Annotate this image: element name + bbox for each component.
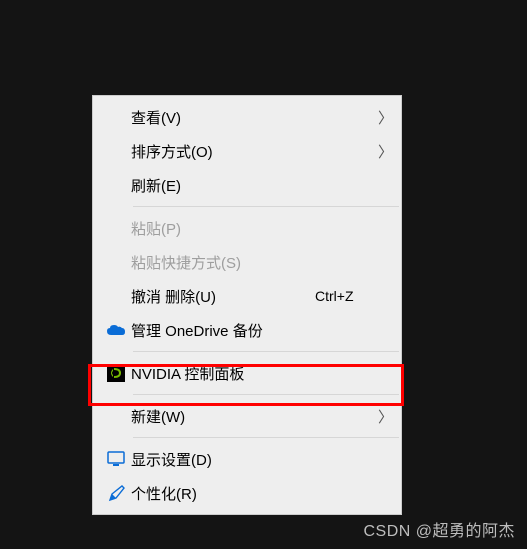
onedrive-icon: [101, 324, 131, 336]
menu-label: 显示设置(D): [131, 449, 315, 470]
menu-item-personalize[interactable]: 个性化(R): [95, 476, 399, 510]
personalize-icon: [101, 485, 131, 502]
menu-item-refresh[interactable]: 刷新(E): [95, 168, 399, 202]
chevron-right-icon: 〉: [375, 406, 393, 427]
menu-item-view[interactable]: 查看(V) 〉: [95, 100, 399, 134]
chevron-right-icon: 〉: [375, 141, 393, 162]
menu-item-new[interactable]: 新建(W) 〉: [95, 399, 399, 433]
menu-item-paste: 粘贴(P): [95, 211, 399, 245]
menu-item-onedrive[interactable]: 管理 OneDrive 备份: [95, 313, 399, 347]
menu-label: 排序方式(O): [131, 141, 315, 162]
menu-label: 新建(W): [131, 406, 315, 427]
menu-separator: [133, 394, 399, 395]
menu-separator: [133, 351, 399, 352]
menu-item-undo[interactable]: 撤消 删除(U) Ctrl+Z: [95, 279, 399, 313]
menu-label: 查看(V): [131, 107, 315, 128]
chevron-right-icon: 〉: [375, 107, 393, 128]
menu-item-display[interactable]: 显示设置(D): [95, 442, 399, 476]
menu-label: 管理 OneDrive 备份: [131, 320, 315, 341]
monitor-icon: [101, 451, 131, 467]
menu-separator: [133, 206, 399, 207]
menu-label: NVIDIA 控制面板: [131, 363, 315, 384]
menu-label: 刷新(E): [131, 175, 315, 196]
desktop-context-menu: 查看(V) 〉 排序方式(O) 〉 刷新(E) 粘贴(P) 粘贴快捷方式(S) …: [92, 95, 402, 515]
menu-item-nvidia[interactable]: NVIDIA 控制面板: [95, 356, 399, 390]
menu-label: 粘贴(P): [131, 218, 315, 239]
menu-shortcut: Ctrl+Z: [315, 288, 375, 304]
menu-item-paste-shortcut: 粘贴快捷方式(S): [95, 245, 399, 279]
watermark-text: CSDN @超勇的阿杰: [363, 517, 515, 541]
menu-separator: [133, 437, 399, 438]
nvidia-icon: [101, 364, 131, 382]
menu-label: 粘贴快捷方式(S): [131, 252, 315, 273]
menu-item-sort[interactable]: 排序方式(O) 〉: [95, 134, 399, 168]
menu-label: 撤消 删除(U): [131, 286, 315, 307]
menu-label: 个性化(R): [131, 483, 315, 504]
